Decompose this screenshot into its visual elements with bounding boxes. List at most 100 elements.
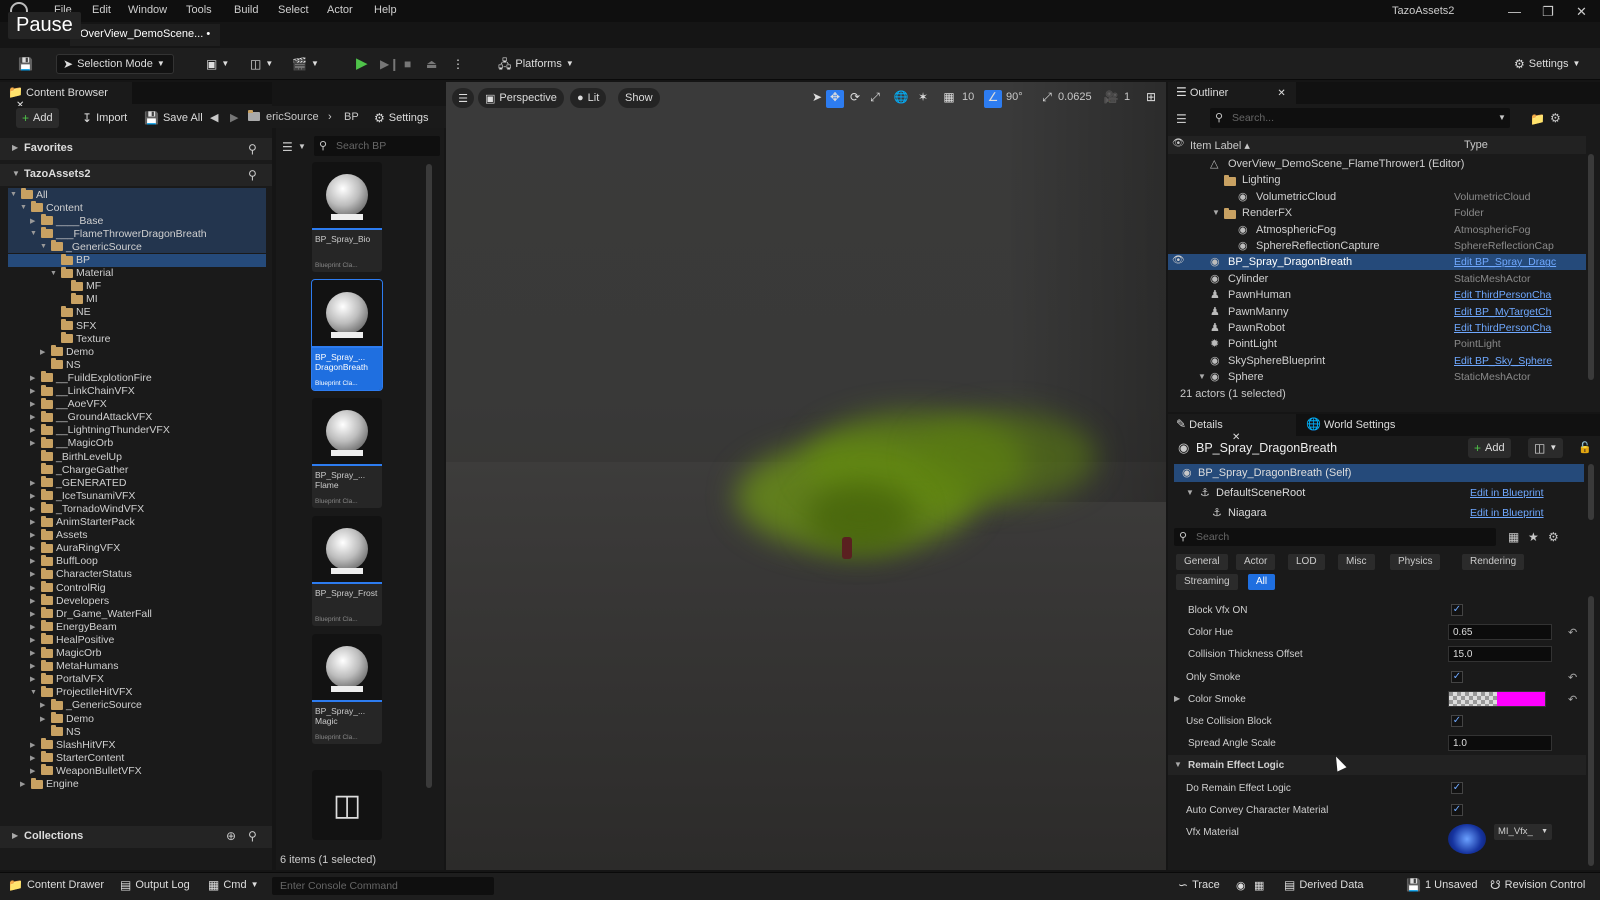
outliner-row-type[interactable]: Edit ThirdPersonCha — [1454, 289, 1551, 301]
chevron-right-icon[interactable]: ▶ — [30, 505, 38, 513]
tree-row[interactable]: ▼ _GenericSource — [40, 240, 142, 253]
chevron-right-icon[interactable]: ▶ — [30, 623, 38, 631]
camera-speed-icon[interactable]: 🎥 — [1102, 90, 1120, 108]
tree-row[interactable]: _ChargeGather — [30, 463, 128, 476]
outliner-row[interactable]: ♟ PawnRobot Edit ThirdPersonCha — [1168, 320, 1586, 336]
chevron-right-icon[interactable]: ▶ — [30, 557, 38, 565]
outliner-row-type[interactable]: Edit ThirdPersonCha — [1454, 322, 1551, 334]
viewport-options-button[interactable]: ☰ — [452, 88, 474, 108]
filter-button[interactable]: Actor — [1236, 554, 1276, 570]
chevron-right-icon[interactable]: ▶ — [20, 780, 28, 788]
content-drawer-button[interactable]: 📁 Content Drawer — [8, 879, 104, 891]
gear-icon[interactable]: ⚙ — [1548, 530, 1559, 544]
search-icon[interactable]: ⚲ — [248, 142, 257, 156]
material-dropdown[interactable]: MI_Vfx_ ▼ — [1494, 824, 1552, 840]
chevron-down-icon[interactable]: ▼ — [1186, 488, 1194, 497]
details-search-input[interactable]: ⚲ Search — [1174, 528, 1496, 546]
chevron-right-icon[interactable]: ▶ — [30, 387, 38, 395]
tree-row[interactable]: ▼ ProjectileHitVFX — [30, 685, 132, 699]
tree-row[interactable]: NS — [40, 358, 81, 371]
tree-row[interactable]: ▶ _IceTsunamiVFX — [30, 489, 135, 502]
chevron-right-icon[interactable]: ▶ — [30, 439, 38, 447]
outliner-row-type[interactable]: Edit BP_Sky_Sphere — [1454, 355, 1552, 367]
chevron-right-icon[interactable]: ▶ — [30, 636, 38, 644]
chevron-right-icon[interactable]: ▶ — [30, 741, 38, 749]
menu-actor[interactable]: Actor — [327, 4, 353, 16]
chevron-right-icon[interactable]: ▶ — [30, 217, 38, 225]
play-options-button[interactable]: ⋮ — [446, 54, 470, 74]
tree-row[interactable]: ▶ EnergyBeam — [30, 620, 117, 633]
save-all-button[interactable]: 💾 Save All — [138, 108, 209, 128]
chevron-right-icon[interactable]: ▶ — [30, 570, 38, 578]
material-thumbnail[interactable] — [1448, 824, 1486, 854]
property-number-input[interactable]: 15.0 — [1448, 646, 1552, 663]
star-icon[interactable]: ★ — [1528, 530, 1539, 544]
chevron-right-icon[interactable]: ▶ — [30, 649, 38, 657]
outliner-row-type[interactable]: Edit BP_MyTargetCh — [1454, 306, 1551, 318]
filter-button[interactable]: Misc — [1338, 554, 1375, 570]
add-button[interactable]: + Add — [16, 108, 59, 128]
edit-in-blueprint-link[interactable]: Edit in Blueprint — [1470, 507, 1544, 519]
tree-row[interactable]: ▶ _TornadoWindVFX — [30, 502, 144, 515]
tree-row[interactable]: ▶ Dr_Game_WaterFall — [30, 607, 152, 620]
filter-icon[interactable]: ☰ — [282, 140, 293, 154]
tree-row[interactable]: ▶ WeaponBulletVFX — [30, 764, 142, 777]
outliner-row[interactable]: △ OverView_DemoScene_FlameThrower1 (Edito… — [1168, 156, 1586, 172]
tree-row[interactable]: BP — [50, 253, 90, 267]
tree-row[interactable]: ▶ HealPositive — [30, 633, 114, 646]
outliner-row[interactable]: ◉ AtmosphericFog AtmosphericFog — [1168, 222, 1586, 238]
outliner-search-input[interactable]: ⚲ Search... ▼ — [1210, 108, 1510, 128]
tree-row[interactable]: ▶ Developers — [30, 594, 109, 607]
close-window-icon[interactable]: ✕ — [1576, 4, 1587, 20]
tree-row[interactable]: ▶ __LinkChainVFX — [30, 384, 135, 398]
chevron-down-icon[interactable]: ▼ — [1198, 372, 1206, 381]
chevron-right-icon[interactable]: ▶ — [30, 754, 38, 762]
outliner-row[interactable]: ◉ Cylinder StaticMeshActor — [1168, 271, 1586, 287]
chevron-right-icon[interactable]: ▶ — [30, 597, 38, 605]
filter-button[interactable]: Rendering — [1462, 554, 1525, 570]
asset-tile-partial[interactable]: ◫ — [312, 770, 382, 840]
tree-row[interactable]: ▶ AuraRingVFX — [30, 541, 120, 555]
asset-tile[interactable]: BP_Spray_... DragonBreath Blueprint Cla..… — [311, 279, 383, 391]
tree-row[interactable]: ▼ Material — [50, 266, 113, 280]
tree-row[interactable]: ▶ __MagicOrb — [30, 436, 113, 450]
breadcrumb-bp[interactable]: BP — [344, 111, 359, 123]
outliner-scrollbar[interactable] — [1588, 154, 1594, 380]
filter-button[interactable]: Streaming — [1176, 574, 1238, 590]
property-checkbox[interactable]: ✓ — [1451, 803, 1463, 816]
chevron-right-icon[interactable]: ▶ — [30, 374, 38, 382]
property-checkbox[interactable]: ✓ — [1451, 670, 1463, 683]
chevron-right-icon[interactable]: ▶ — [30, 531, 38, 539]
chevron-down-icon[interactable]: ▼ — [1174, 760, 1182, 769]
angle-snap-value[interactable]: 90° — [1006, 91, 1023, 103]
lit-button[interactable]: ● Lit — [570, 88, 607, 108]
close-icon[interactable]: ✕ — [1277, 88, 1285, 100]
tree-row[interactable]: ▶ MetaHumans — [30, 659, 118, 673]
import-button[interactable]: ↧ Import — [76, 108, 133, 128]
component-row[interactable]: ⚓ Niagara Edit in Blueprint — [1174, 504, 1584, 522]
chevron-down-icon[interactable]: ▼ — [20, 204, 28, 211]
chevron-right-icon[interactable]: ▶ — [30, 400, 38, 408]
cb-settings-button[interactable]: ⚙ Settings — [368, 108, 435, 128]
outliner-tab[interactable]: ☰ Outliner ✕ — [1168, 82, 1296, 104]
cinematics-button[interactable]: 🎬 ▼ — [286, 54, 325, 74]
trace-button[interactable]: ∽ Trace — [1178, 879, 1220, 891]
outliner-row[interactable]: ◉ SphereReflectionCapture SphereReflection… — [1168, 238, 1586, 254]
world-space-icon[interactable]: 🌐 — [892, 90, 910, 108]
asset-tile[interactable]: BP_Spray_... Flame Blueprint Cla... — [312, 398, 382, 508]
stop-button[interactable]: ■ — [398, 54, 417, 74]
record-icon[interactable]: ◉ — [1236, 879, 1246, 892]
tree-row[interactable]: ▶ SlashHitVFX — [30, 738, 116, 751]
chevron-right-icon[interactable]: ▶ — [30, 426, 38, 434]
chevron-right-icon[interactable]: ▶ — [30, 492, 38, 500]
selection-mode-button[interactable]: ➤ Selection Mode ▼ — [56, 54, 174, 74]
tree-row[interactable]: NE — [50, 305, 91, 319]
tree-row[interactable]: MF — [60, 279, 101, 293]
tree-row[interactable]: ▼ Content — [20, 201, 83, 214]
revision-control-button[interactable]: ☋ Revision Control — [1490, 879, 1585, 891]
project-section[interactable]: TazoAssets2 — [0, 164, 272, 186]
chevron-right-icon[interactable]: ▶ — [30, 544, 38, 552]
play-button[interactable]: ▶ — [350, 54, 374, 74]
chevron-right-icon[interactable]: ▶ — [1174, 694, 1180, 703]
save-current-button[interactable]: 💾 — [12, 54, 39, 74]
